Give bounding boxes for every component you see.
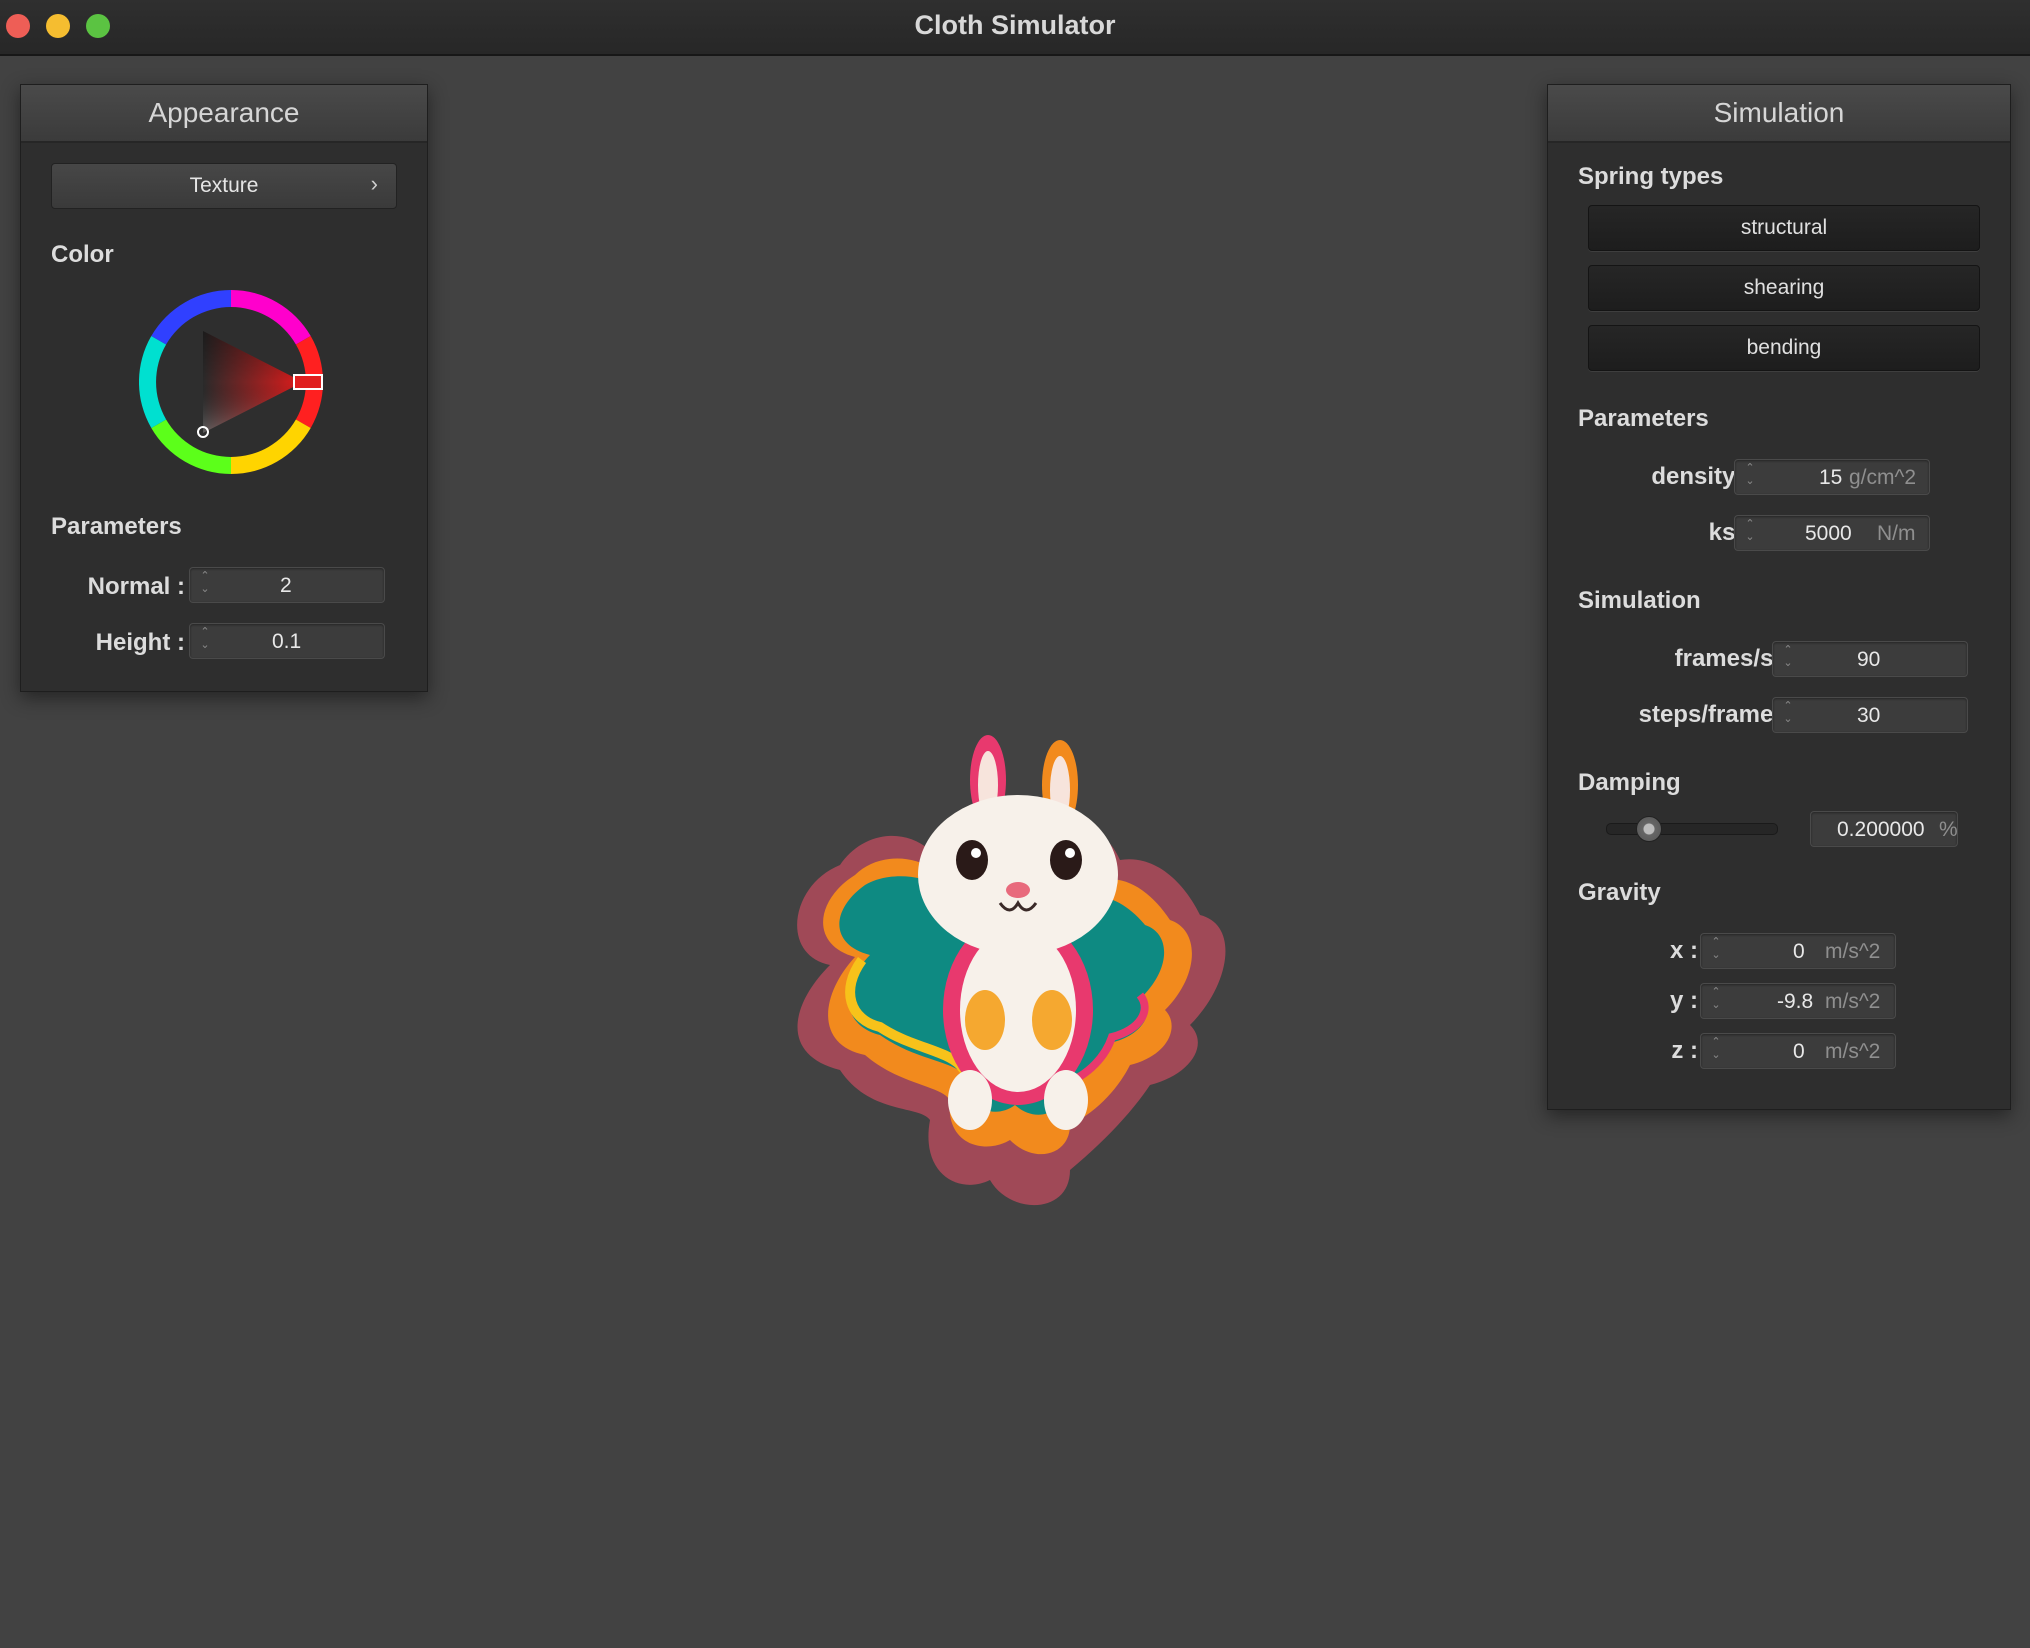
frames-per-second-input[interactable]: ⌃ ⌄ 90 <box>1772 641 1968 677</box>
stepper-arrows-icon[interactable]: ⌃ ⌄ <box>1781 700 1795 730</box>
stepper-arrows-icon[interactable]: ⌃ ⌄ <box>1743 462 1757 492</box>
damping-label: Damping <box>1578 769 1681 796</box>
stepper-arrows-icon[interactable]: ⌃ ⌄ <box>198 626 212 656</box>
spring-types-label: Spring types <box>1578 163 1724 190</box>
bending-button[interactable]: bending <box>1588 325 1980 371</box>
texture-button[interactable]: Texture › <box>51 163 397 209</box>
gravity-z-input[interactable]: ⌃ ⌄ 0 m/s^2 <box>1700 1033 1896 1069</box>
frames-per-second-label: frames/s : <box>1674 645 1788 672</box>
steps-per-frame-input[interactable]: ⌃ ⌄ 30 <box>1772 697 1968 733</box>
density-input[interactable]: ⌃ ⌄ 15 g/cm^2 <box>1734 459 1930 495</box>
damping-slider-knob[interactable] <box>1636 816 1662 842</box>
appearance-parameters-label: Parameters <box>51 513 182 540</box>
ks-label: ks : <box>1708 519 1750 546</box>
ks-input[interactable]: ⌃ ⌄ 5000 N/m <box>1734 515 1930 551</box>
density-label: density : <box>1651 463 1750 490</box>
gravity-y-label: y : <box>1669 987 1698 1014</box>
gravity-z-label: z : <box>1671 1037 1698 1064</box>
gravity-y-input[interactable]: ⌃ ⌄ -9.8 m/s^2 <box>1700 983 1896 1019</box>
texture-button-label: Texture <box>189 174 259 197</box>
stepper-arrows-icon[interactable]: ⌃ ⌄ <box>198 570 212 600</box>
structural-button[interactable]: structural <box>1588 205 1980 251</box>
normal-input[interactable]: ⌃ ⌄ 2 <box>189 567 385 603</box>
title-bar: Cloth Simulator <box>0 0 2030 56</box>
stepper-arrows-icon[interactable]: ⌃ ⌄ <box>1709 936 1723 966</box>
height-label: Height : <box>95 629 185 656</box>
gravity-label: Gravity <box>1578 879 1661 906</box>
simulation-panel: Simulation Spring types structural shear… <box>1547 84 2011 1110</box>
stepper-arrows-icon[interactable]: ⌃ ⌄ <box>1709 1036 1723 1066</box>
damping-slider[interactable] <box>1606 816 1778 842</box>
stepper-arrows-icon[interactable]: ⌃ ⌄ <box>1709 986 1723 1016</box>
height-input[interactable]: ⌃ ⌄ 0.1 <box>189 623 385 659</box>
window-title: Cloth Simulator <box>914 10 1116 40</box>
gravity-x-label: x : <box>1669 937 1698 964</box>
appearance-panel-header[interactable]: Appearance <box>21 85 427 143</box>
gravity-x-input[interactable]: ⌃ ⌄ 0 m/s^2 <box>1700 933 1896 969</box>
simulation-panel-header[interactable]: Simulation <box>1548 85 2010 143</box>
stepper-arrows-icon[interactable]: ⌃ ⌄ <box>1743 518 1757 548</box>
appearance-panel: Appearance Texture › Color Parameters No… <box>20 84 428 692</box>
steps-per-frame-label: steps/frame : <box>1638 701 1788 728</box>
damping-input[interactable]: 0.200000 % <box>1810 811 1958 847</box>
normal-label: Normal : <box>87 573 185 600</box>
hue-selector-handle[interactable] <box>293 374 323 390</box>
simulation-parameters-label: Parameters <box>1578 405 1709 432</box>
shearing-button[interactable]: shearing <box>1588 265 1980 311</box>
simulation-section-label: Simulation <box>1578 587 1701 614</box>
cloth-render[interactable] <box>770 725 1270 1225</box>
chevron-right-icon: › <box>370 171 378 196</box>
stepper-arrows-icon[interactable]: ⌃ ⌄ <box>1781 644 1795 674</box>
color-wheel[interactable] <box>139 290 323 474</box>
color-label: Color <box>51 241 114 268</box>
